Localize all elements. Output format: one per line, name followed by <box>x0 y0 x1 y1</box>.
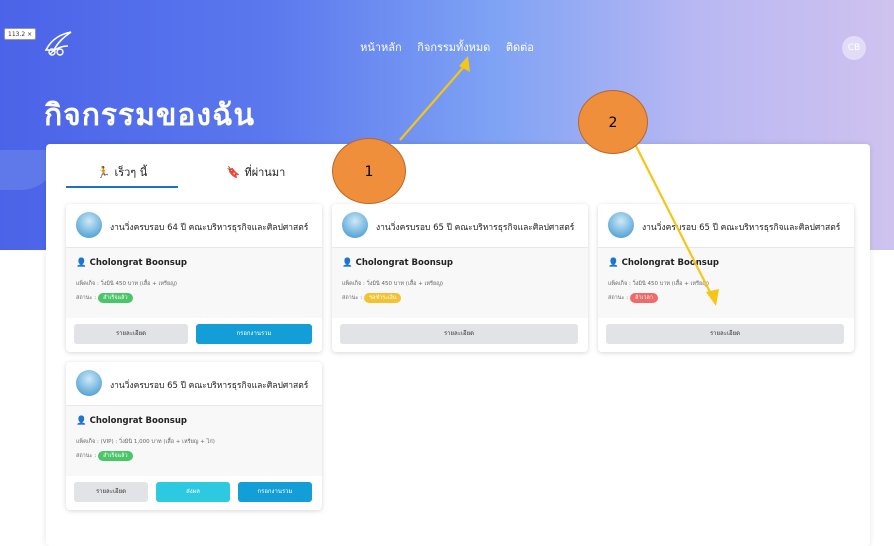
avatar[interactable]: CB <box>842 36 866 60</box>
user-icon: 👤 <box>76 416 87 426</box>
owner-label: Cholongrat Boonsup <box>89 416 187 426</box>
tab-upcoming-label: เร็วๆ นี้ <box>114 166 148 179</box>
event-thumbnail <box>608 212 634 238</box>
owner-label: Cholongrat Boonsup <box>621 258 719 268</box>
owner-name: 👤 Cholongrat Boonsup <box>342 258 453 268</box>
submit-result-button[interactable]: ส่งผล <box>156 482 230 502</box>
status-label: สถานะ : <box>608 295 629 301</box>
card-header: งานวิ่งครบรอบ 65 ปี คณะบริหารธุรกิจและศิ… <box>598 204 854 248</box>
package-text: แพ็คเก็จ : (VIP) : วิ่งมินิ 1,000 บาท (เ… <box>76 439 215 445</box>
owner-name: 👤 Cholongrat Boonsup <box>76 416 187 426</box>
owner-label: Cholongrat Boonsup <box>89 258 187 268</box>
activities-panel: 🏃 เร็วๆ นี้ 🔖 ที่ผ่านมา งานวิ่งครบรอบ 64 ป… <box>46 144 870 546</box>
activity-card: งานวิ่งครบรอบ 64 ปี คณะบริหารธุรกิจและศิ… <box>66 204 322 352</box>
callout-marker-1: 1 <box>332 138 406 204</box>
details-button[interactable]: รายละเอียด <box>340 324 578 344</box>
card-body: 👤 Cholongrat Boonsup แพ็คเก็จ : วิ่งมินิ … <box>332 248 588 318</box>
status-badge: สำเร็จแล้ว <box>98 451 133 461</box>
status-label: สถานะ : <box>76 453 97 459</box>
top-nav: หน้าหลัก กิจกรรมทั้งหมด ติดต่อ <box>0 38 894 56</box>
details-button[interactable]: รายละเอียด <box>74 482 148 502</box>
running-person-icon: 🏃 <box>96 166 111 179</box>
card-title: งานวิ่งครบรอบ 65 ปี คณะบริหารธุรกิจและศิ… <box>376 223 575 233</box>
tab-past[interactable]: 🔖 ที่ผ่านมา <box>206 162 306 188</box>
card-title: งานวิ่งครบรอบ 64 ปี คณะบริหารธุรกิจและศิ… <box>110 223 309 233</box>
tab-upcoming[interactable]: 🏃 เร็วๆ นี้ <box>66 162 178 188</box>
owner-name: 👤 Cholongrat Boonsup <box>608 258 719 268</box>
status-badge: สำเร็จแล้ว <box>98 293 133 303</box>
event-thumbnail <box>76 212 102 238</box>
card-body: 👤 Cholongrat Boonsup แพ็คเก็จ : วิ่งมินิ … <box>598 248 854 318</box>
details-button[interactable]: รายละเอียด <box>606 324 844 344</box>
owner-name: 👤 Cholongrat Boonsup <box>76 258 187 268</box>
submit-summary-button[interactable]: กรอกงานรวม <box>238 482 312 502</box>
status-badge: รอชำระเงิน <box>364 293 402 303</box>
package-text: แพ็คเก็จ : วิ่งมินิ 450 บาท (เสื้อ + เหร… <box>608 281 710 287</box>
card-header: งานวิ่งครบรอบ 65 ปี คณะบริหารธุรกิจและศิ… <box>66 362 322 406</box>
status-badge: ล้าเวลา <box>630 293 658 303</box>
user-icon: 👤 <box>342 258 353 268</box>
card-header: งานวิ่งครบรอบ 65 ปี คณะบริหารธุรกิจและศิ… <box>332 204 588 248</box>
owner-label: Cholongrat Boonsup <box>355 258 453 268</box>
event-thumbnail <box>342 212 368 238</box>
details-button[interactable]: รายละเอียด <box>74 324 188 344</box>
card-title: งานวิ่งครบรอบ 65 ปี คณะบริหารธุรกิจและศิ… <box>110 381 309 391</box>
nav-item-home[interactable]: หน้าหลัก <box>360 38 402 56</box>
user-icon: 👤 <box>608 258 619 268</box>
submit-summary-button[interactable]: กรอกงานรวม <box>196 324 312 344</box>
event-thumbnail <box>76 370 102 396</box>
status-label: สถานะ : <box>342 295 363 301</box>
nav-item-contact[interactable]: ติดต่อ <box>506 38 534 56</box>
tab-past-label: ที่ผ่านมา <box>244 166 286 179</box>
status-row: สถานะ : รอชำระเงิน <box>342 293 402 303</box>
activity-card: งานวิ่งครบรอบ 65 ปี คณะบริหารธุรกิจและศิ… <box>598 204 854 352</box>
package-text: แพ็คเก็จ : วิ่งมินิ 450 บาท (เสื้อ + เหร… <box>342 281 444 287</box>
status-row: สถานะ : สำเร็จแล้ว <box>76 293 133 303</box>
card-title: งานวิ่งครบรอบ 65 ปี คณะบริหารธุรกิจและศิ… <box>642 223 841 233</box>
status-label: สถานะ : <box>76 295 97 301</box>
page-title: กิจกรรมของฉัน <box>44 98 256 133</box>
callout-marker-2: 2 <box>578 90 648 154</box>
package-text: แพ็คเก็จ : วิ่งมินิ 450 บาท (เสื้อ + เหร… <box>76 281 178 287</box>
card-body: 👤 Cholongrat Boonsup แพ็คเก็จ : (VIP) : ว… <box>66 406 322 476</box>
bookmark-icon: 🔖 <box>226 166 241 179</box>
nav-item-all-activities[interactable]: กิจกรรมทั้งหมด <box>417 38 490 56</box>
status-row: สถานะ : ล้าเวลา <box>608 293 658 303</box>
status-row: สถานะ : สำเร็จแล้ว <box>76 451 133 461</box>
activity-card: งานวิ่งครบรอบ 65 ปี คณะบริหารธุรกิจและศิ… <box>332 204 588 352</box>
user-icon: 👤 <box>76 258 87 268</box>
card-header: งานวิ่งครบรอบ 64 ปี คณะบริหารธุรกิจและศิ… <box>66 204 322 248</box>
card-body: 👤 Cholongrat Boonsup แพ็คเก็จ : วิ่งมินิ … <box>66 248 322 318</box>
activity-card: งานวิ่งครบรอบ 65 ปี คณะบริหารธุรกิจและศิ… <box>66 362 322 510</box>
